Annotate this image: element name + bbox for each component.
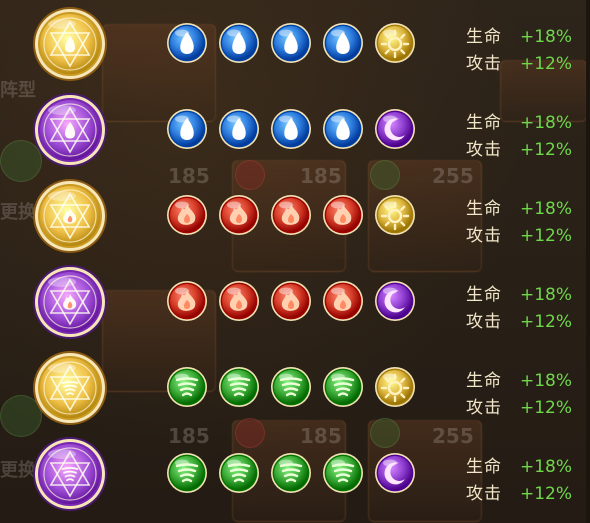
hp-bonus: 生命 +18% <box>466 110 586 137</box>
water-orb-icon <box>166 22 208 64</box>
purple-wind-emblem-icon <box>32 436 108 512</box>
stat-label: 攻击 <box>466 226 502 246</box>
fire-orb-icon <box>270 280 312 322</box>
stat-bonus-list: 生命 +18% 攻击 +12% <box>466 368 586 422</box>
bonus-row: 生命 +18% 攻击 +12% <box>0 172 590 258</box>
attack-bonus: 攻击 +12% <box>466 51 586 78</box>
stat-label: 攻击 <box>466 54 502 74</box>
stat-value: +12% <box>520 226 573 246</box>
stat-label: 生命 <box>466 113 502 133</box>
fire-orb-icon <box>322 194 364 236</box>
attack-bonus: 攻击 +12% <box>466 395 586 422</box>
bonus-row: 生命 +18% 攻击 +12% <box>0 86 590 172</box>
fire-orb-icon <box>218 280 260 322</box>
stat-bonus-list: 生命 +18% 攻击 +12% <box>466 196 586 250</box>
stat-label: 攻击 <box>466 312 502 332</box>
hp-bonus: 生命 +18% <box>466 454 586 481</box>
stat-label: 生命 <box>466 457 502 477</box>
stat-value: +18% <box>520 113 573 133</box>
bonus-row: 生命 +18% 攻击 +12% <box>0 0 590 86</box>
wind-orb-icon <box>166 452 208 494</box>
stat-bonus-list: 生命 +18% 攻击 +12% <box>466 110 586 164</box>
bonus-row: 生命 +18% 攻击 +12% <box>0 430 590 516</box>
stat-value: +12% <box>520 140 573 160</box>
stat-value: +18% <box>520 199 573 219</box>
stat-value: +18% <box>520 285 573 305</box>
hp-bonus: 生命 +18% <box>466 368 586 395</box>
stat-value: +12% <box>520 484 573 504</box>
stat-label: 生命 <box>466 285 502 305</box>
attack-bonus: 攻击 +12% <box>466 137 586 164</box>
fire-orb-icon <box>322 280 364 322</box>
purple-water-emblem-icon <box>32 92 108 168</box>
wind-orb-icon <box>322 452 364 494</box>
gold-water-emblem-icon <box>32 6 108 82</box>
light-orb-icon <box>374 194 416 236</box>
wind-orb-icon <box>270 366 312 408</box>
stat-bonus-list: 生命 +18% 攻击 +12% <box>466 24 586 78</box>
light-orb-icon <box>374 22 416 64</box>
hp-bonus: 生命 +18% <box>466 24 586 51</box>
wind-orb-icon <box>166 366 208 408</box>
water-orb-icon <box>166 108 208 150</box>
stat-value: +12% <box>520 398 573 418</box>
stat-label: 生命 <box>466 27 502 47</box>
stat-bonus-list: 生命 +18% 攻击 +12% <box>466 454 586 508</box>
hp-bonus: 生命 +18% <box>466 196 586 223</box>
stat-label: 生命 <box>466 371 502 391</box>
fire-orb-icon <box>166 280 208 322</box>
purple-fire-emblem-icon <box>32 264 108 340</box>
wind-orb-icon <box>218 452 260 494</box>
water-orb-icon <box>270 108 312 150</box>
dark-orb-icon <box>374 452 416 494</box>
dark-orb-icon <box>374 108 416 150</box>
wind-orb-icon <box>270 452 312 494</box>
stat-bonus-list: 生命 +18% 攻击 +12% <box>466 282 586 336</box>
stat-label: 生命 <box>466 199 502 219</box>
stat-value: +12% <box>520 312 573 332</box>
bonus-row: 生命 +18% 攻击 +12% <box>0 344 590 430</box>
light-orb-icon <box>374 366 416 408</box>
wind-orb-icon <box>322 366 364 408</box>
water-orb-icon <box>218 108 260 150</box>
stat-label: 攻击 <box>466 398 502 418</box>
dark-orb-icon <box>374 280 416 322</box>
gold-fire-emblem-icon <box>32 178 108 254</box>
stat-value: +18% <box>520 457 573 477</box>
water-orb-icon <box>270 22 312 64</box>
fire-orb-icon <box>270 194 312 236</box>
fire-orb-icon <box>218 194 260 236</box>
stat-label: 攻击 <box>466 140 502 160</box>
water-orb-icon <box>322 22 364 64</box>
hp-bonus: 生命 +18% <box>466 282 586 309</box>
attack-bonus: 攻击 +12% <box>466 309 586 336</box>
stat-value: +18% <box>520 27 573 47</box>
wind-orb-icon <box>218 366 260 408</box>
stat-value: +12% <box>520 54 573 74</box>
gold-wind-emblem-icon <box>32 350 108 426</box>
stat-value: +18% <box>520 371 573 391</box>
attack-bonus: 攻击 +12% <box>466 223 586 250</box>
stat-label: 攻击 <box>466 484 502 504</box>
bonus-row: 生命 +18% 攻击 +12% <box>0 258 590 344</box>
fire-orb-icon <box>166 194 208 236</box>
water-orb-icon <box>218 22 260 64</box>
attack-bonus: 攻击 +12% <box>466 481 586 508</box>
water-orb-icon <box>322 108 364 150</box>
